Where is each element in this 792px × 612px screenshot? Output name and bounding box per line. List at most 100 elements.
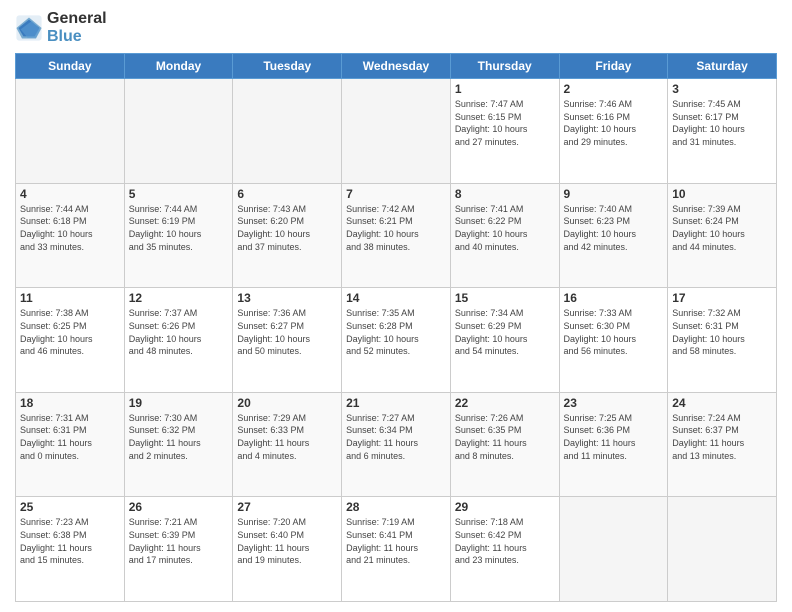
day-number: 12: [129, 291, 229, 305]
day-number: 27: [237, 500, 337, 514]
calendar-week-1: 1Sunrise: 7:47 AM Sunset: 6:15 PM Daylig…: [16, 79, 777, 184]
day-number: 9: [564, 187, 664, 201]
day-info: Sunrise: 7:19 AM Sunset: 6:41 PM Dayligh…: [346, 516, 446, 566]
day-info: Sunrise: 7:23 AM Sunset: 6:38 PM Dayligh…: [20, 516, 120, 566]
day-info: Sunrise: 7:25 AM Sunset: 6:36 PM Dayligh…: [564, 412, 664, 462]
day-info: Sunrise: 7:34 AM Sunset: 6:29 PM Dayligh…: [455, 307, 555, 357]
day-info: Sunrise: 7:37 AM Sunset: 6:26 PM Dayligh…: [129, 307, 229, 357]
weekday-header-sunday: Sunday: [16, 54, 125, 79]
day-number: 11: [20, 291, 120, 305]
day-info: Sunrise: 7:32 AM Sunset: 6:31 PM Dayligh…: [672, 307, 772, 357]
weekday-header-saturday: Saturday: [668, 54, 777, 79]
calendar-cell: 11 Sunrise: 7:38 AM Sunset: 6:25 PM Dayli…: [16, 288, 125, 393]
day-info: Sunrise: 7:30 AM Sunset: 6:32 PM Dayligh…: [129, 412, 229, 462]
day-number: 24: [672, 396, 772, 410]
day-number: 26: [129, 500, 229, 514]
calendar-week-3: 11 Sunrise: 7:38 AM Sunset: 6:25 PM Dayli…: [16, 288, 777, 393]
calendar-cell: 17 Sunrise: 7:32 AM Sunset: 6:31 PM Dayli…: [668, 288, 777, 393]
logo-text-blue: Blue: [47, 28, 107, 46]
calendar-cell: 21 Sunrise: 7:27 AM Sunset: 6:34 PM Dayli…: [342, 392, 451, 497]
day-number: 29: [455, 500, 555, 514]
day-number: 13: [237, 291, 337, 305]
calendar-cell: 10Sunrise: 7:39 AM Sunset: 6:24 PM Dayli…: [668, 183, 777, 288]
day-number: 28: [346, 500, 446, 514]
day-number: 23: [564, 396, 664, 410]
page: General Blue SundayMondayTuesdayWednesda…: [0, 0, 792, 612]
calendar-cell: 2Sunrise: 7:46 AM Sunset: 6:16 PM Daylig…: [559, 79, 668, 184]
calendar-cell: 13Sunrise: 7:36 AM Sunset: 6:27 PM Dayli…: [233, 288, 342, 393]
day-number: 7: [346, 187, 446, 201]
calendar-cell: [342, 79, 451, 184]
calendar-cell: 20 Sunrise: 7:29 AM Sunset: 6:33 PM Dayli…: [233, 392, 342, 497]
calendar-cell: 4 Sunrise: 7:44 AM Sunset: 6:18 PM Daylig…: [16, 183, 125, 288]
day-number: 25: [20, 500, 120, 514]
day-info: Sunrise: 7:18 AM Sunset: 6:42 PM Dayligh…: [455, 516, 555, 566]
calendar-cell: 26Sunrise: 7:21 AM Sunset: 6:39 PM Dayli…: [124, 497, 233, 602]
day-number: 4: [20, 187, 120, 201]
day-number: 3: [672, 82, 772, 96]
day-info: Sunrise: 7:27 AM Sunset: 6:34 PM Dayligh…: [346, 412, 446, 462]
calendar-cell: 9 Sunrise: 7:40 AM Sunset: 6:23 PM Daylig…: [559, 183, 668, 288]
logo-icon: [15, 14, 43, 42]
day-number: 10: [672, 187, 772, 201]
calendar-cell: 16Sunrise: 7:33 AM Sunset: 6:30 PM Dayli…: [559, 288, 668, 393]
calendar-cell: 24Sunrise: 7:24 AM Sunset: 6:37 PM Dayli…: [668, 392, 777, 497]
calendar-cell: 5Sunrise: 7:44 AM Sunset: 6:19 PM Daylig…: [124, 183, 233, 288]
calendar-week-2: 4 Sunrise: 7:44 AM Sunset: 6:18 PM Daylig…: [16, 183, 777, 288]
day-number: 22: [455, 396, 555, 410]
calendar-cell: [16, 79, 125, 184]
day-info: Sunrise: 7:33 AM Sunset: 6:30 PM Dayligh…: [564, 307, 664, 357]
day-info: Sunrise: 7:46 AM Sunset: 6:16 PM Dayligh…: [564, 98, 664, 148]
calendar-cell: 28 Sunrise: 7:19 AM Sunset: 6:41 PM Dayli…: [342, 497, 451, 602]
day-info: Sunrise: 7:47 AM Sunset: 6:15 PM Dayligh…: [455, 98, 555, 148]
calendar-cell: 29 Sunrise: 7:18 AM Sunset: 6:42 PM Dayli…: [450, 497, 559, 602]
calendar-week-4: 18 Sunrise: 7:31 AM Sunset: 6:31 PM Dayli…: [16, 392, 777, 497]
day-number: 20: [237, 396, 337, 410]
day-info: Sunrise: 7:35 AM Sunset: 6:28 PM Dayligh…: [346, 307, 446, 357]
calendar-cell: 22Sunrise: 7:26 AM Sunset: 6:35 PM Dayli…: [450, 392, 559, 497]
calendar-cell: 6 Sunrise: 7:43 AM Sunset: 6:20 PM Daylig…: [233, 183, 342, 288]
day-info: Sunrise: 7:31 AM Sunset: 6:31 PM Dayligh…: [20, 412, 120, 462]
day-number: 8: [455, 187, 555, 201]
weekday-header-tuesday: Tuesday: [233, 54, 342, 79]
day-number: 21: [346, 396, 446, 410]
logo-text-general: General: [47, 10, 107, 28]
calendar-cell: 18 Sunrise: 7:31 AM Sunset: 6:31 PM Dayli…: [16, 392, 125, 497]
day-info: Sunrise: 7:20 AM Sunset: 6:40 PM Dayligh…: [237, 516, 337, 566]
logo: General Blue: [15, 10, 107, 45]
day-info: Sunrise: 7:38 AM Sunset: 6:25 PM Dayligh…: [20, 307, 120, 357]
day-number: 18: [20, 396, 120, 410]
day-info: Sunrise: 7:41 AM Sunset: 6:22 PM Dayligh…: [455, 203, 555, 253]
day-number: 17: [672, 291, 772, 305]
day-info: Sunrise: 7:43 AM Sunset: 6:20 PM Dayligh…: [237, 203, 337, 253]
weekday-header-friday: Friday: [559, 54, 668, 79]
day-number: 14: [346, 291, 446, 305]
day-info: Sunrise: 7:44 AM Sunset: 6:18 PM Dayligh…: [20, 203, 120, 253]
calendar-week-5: 25 Sunrise: 7:23 AM Sunset: 6:38 PM Dayli…: [16, 497, 777, 602]
calendar-cell: 19 Sunrise: 7:30 AM Sunset: 6:32 PM Dayli…: [124, 392, 233, 497]
calendar-cell: [233, 79, 342, 184]
calendar-cell: 27 Sunrise: 7:20 AM Sunset: 6:40 PM Dayli…: [233, 497, 342, 602]
weekday-header-wednesday: Wednesday: [342, 54, 451, 79]
calendar-cell: 14 Sunrise: 7:35 AM Sunset: 6:28 PM Dayli…: [342, 288, 451, 393]
weekday-header-monday: Monday: [124, 54, 233, 79]
calendar-cell: 7 Sunrise: 7:42 AM Sunset: 6:21 PM Daylig…: [342, 183, 451, 288]
day-info: Sunrise: 7:42 AM Sunset: 6:21 PM Dayligh…: [346, 203, 446, 253]
day-info: Sunrise: 7:45 AM Sunset: 6:17 PM Dayligh…: [672, 98, 772, 148]
calendar-cell: 15Sunrise: 7:34 AM Sunset: 6:29 PM Dayli…: [450, 288, 559, 393]
day-info: Sunrise: 7:40 AM Sunset: 6:23 PM Dayligh…: [564, 203, 664, 253]
day-info: Sunrise: 7:29 AM Sunset: 6:33 PM Dayligh…: [237, 412, 337, 462]
day-number: 19: [129, 396, 229, 410]
calendar-cell: 3 Sunrise: 7:45 AM Sunset: 6:17 PM Daylig…: [668, 79, 777, 184]
day-number: 6: [237, 187, 337, 201]
header: General Blue: [15, 10, 777, 45]
calendar-cell: [124, 79, 233, 184]
day-number: 5: [129, 187, 229, 201]
calendar-cell: 1Sunrise: 7:47 AM Sunset: 6:15 PM Daylig…: [450, 79, 559, 184]
calendar-header-row: SundayMondayTuesdayWednesdayThursdayFrid…: [16, 54, 777, 79]
calendar-cell: 12 Sunrise: 7:37 AM Sunset: 6:26 PM Dayli…: [124, 288, 233, 393]
calendar-cell: [559, 497, 668, 602]
calendar-cell: 8 Sunrise: 7:41 AM Sunset: 6:22 PM Daylig…: [450, 183, 559, 288]
weekday-header-thursday: Thursday: [450, 54, 559, 79]
calendar-cell: 25 Sunrise: 7:23 AM Sunset: 6:38 PM Dayli…: [16, 497, 125, 602]
